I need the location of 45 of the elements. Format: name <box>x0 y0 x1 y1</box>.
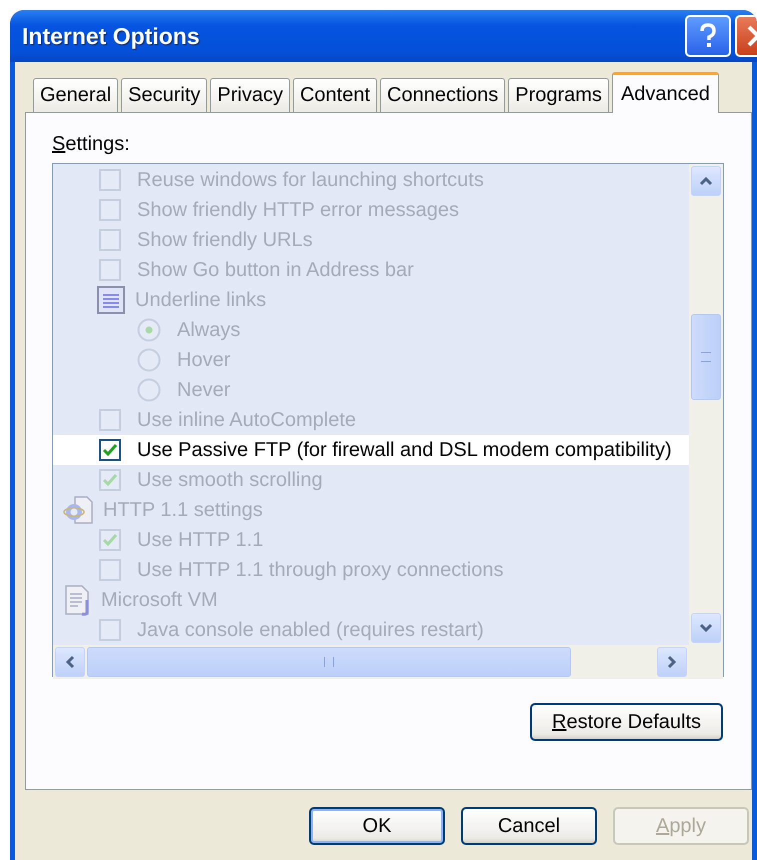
setting-label: Use inline AutoComplete <box>137 408 356 432</box>
setting-label: Reuse windows for launching shortcuts <box>137 168 484 192</box>
setting-label: Always <box>177 318 240 342</box>
checkbox[interactable] <box>99 439 121 461</box>
caret-down-icon <box>699 623 713 633</box>
tab[interactable]: Content <box>292 78 378 112</box>
horizontal-scrollbar[interactable] <box>53 645 723 679</box>
setting-label: Never <box>177 378 230 402</box>
setting-label: Show friendly HTTP error messages <box>137 198 459 222</box>
dialog-button[interactable]: Cancel <box>461 807 597 845</box>
setting-label: Use Passive FTP (for firewall and DSL modem compatibility) <box>137 438 672 462</box>
caret-left-icon <box>65 655 75 669</box>
setting-label: Show friendly URLs <box>137 228 313 252</box>
tab[interactable]: Security <box>121 78 208 112</box>
scroll-thumb[interactable] <box>691 314 721 400</box>
setting-label: Use smooth scrolling <box>137 468 323 492</box>
scroll-right-button[interactable] <box>657 647 687 677</box>
setting-label: Microsoft VM <box>101 588 218 612</box>
list-icon <box>97 286 125 314</box>
setting-label: Underline links <box>135 288 266 312</box>
tab[interactable]: Advanced <box>612 72 719 113</box>
tab[interactable]: Programs <box>508 78 609 112</box>
setting-label: Show Go button in Address bar <box>137 258 414 282</box>
scroll-down-button[interactable] <box>691 613 721 643</box>
setting-label: Use HTTP 1.1 through proxy connections <box>137 558 504 582</box>
help-button[interactable] <box>685 15 731 57</box>
restore-defaults-button[interactable]: Restore Defaults <box>530 703 723 741</box>
scroll-up-button[interactable] <box>691 166 721 196</box>
setting-label: Hover <box>177 348 230 372</box>
setting-label: Use HTTP 1.1 <box>137 528 264 552</box>
dialog-button[interactable]: OK <box>309 807 445 845</box>
tab[interactable]: Privacy <box>210 78 290 112</box>
setting-label: HTTP 1.1 settings <box>103 498 263 522</box>
scroll-left-button[interactable] <box>55 647 85 677</box>
caret-right-icon <box>667 655 677 669</box>
caret-up-icon <box>699 176 713 186</box>
tab[interactable]: General <box>33 78 118 112</box>
settings-label: Settings: <box>52 133 131 157</box>
window-title: Internet Options <box>22 22 200 50</box>
setting-label: Java console enabled (requires restart) <box>137 618 484 642</box>
tab[interactable]: Connections <box>380 78 506 112</box>
scroll-thumb[interactable] <box>87 647 571 677</box>
vertical-scrollbar[interactable] <box>689 164 723 645</box>
globe-page-icon <box>63 495 95 525</box>
setting-row[interactable]: Use Passive FTP (for firewall and DSL modem compatibility) <box>53 435 689 465</box>
